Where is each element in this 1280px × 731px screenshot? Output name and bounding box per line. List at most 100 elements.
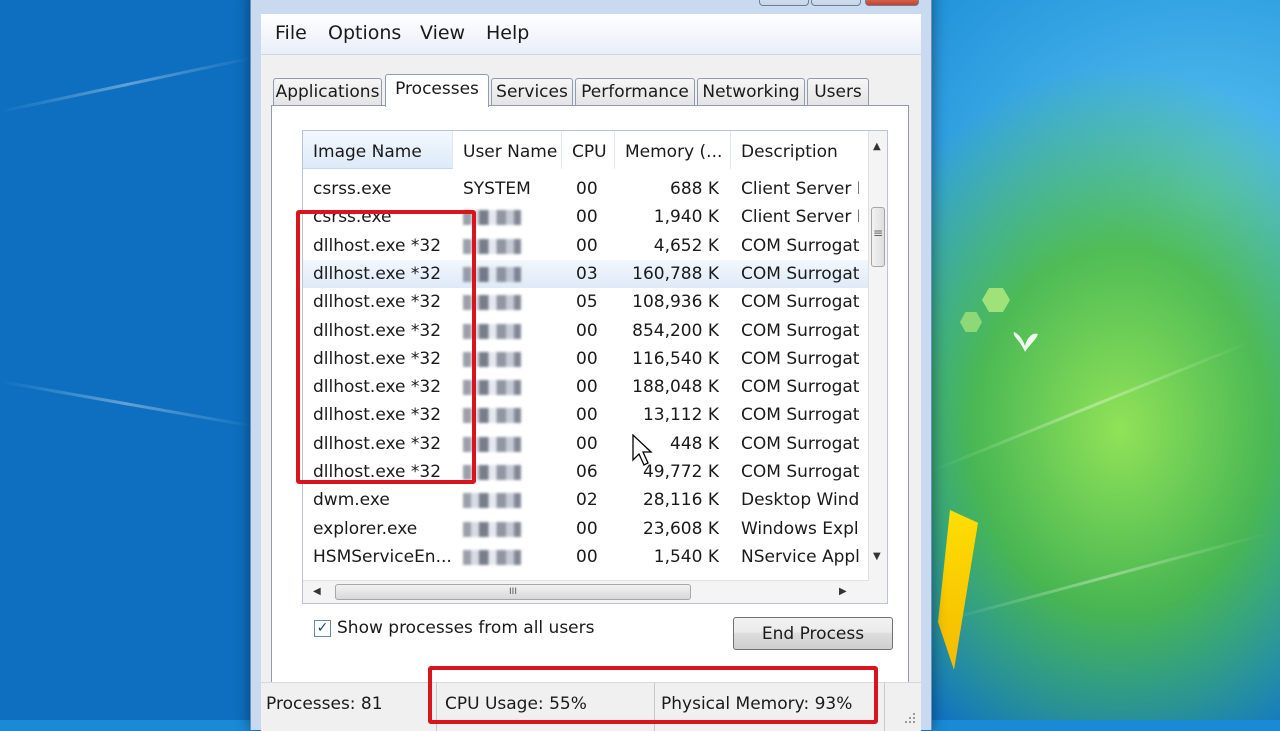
show-all-users-checkbox[interactable]: ✓ (314, 620, 331, 637)
column-image-name[interactable]: ^ Image Name (303, 131, 453, 169)
process-description: COM Surrogate (741, 462, 859, 482)
process-memory: 49,772 K (642, 462, 719, 482)
process-cpu: 06 (576, 462, 598, 482)
end-process-button[interactable]: End Process (733, 617, 893, 650)
column-label: Image Name (313, 142, 422, 162)
process-description: COM Surrogate (741, 377, 859, 398)
menu-file[interactable]: File (275, 22, 307, 44)
menu-bar: File Options View Help (261, 14, 921, 55)
process-memory: 188,048 K (632, 377, 719, 398)
process-user: SYSTEM (463, 179, 531, 199)
process-user (463, 515, 563, 543)
process-user (463, 373, 563, 401)
process-memory: 1,940 K (653, 207, 719, 228)
vertical-scrollbar[interactable]: ▲ ≡ ▼ (868, 131, 887, 603)
table-row[interactable]: SYSTEM csrss.exe 00 688 K Client Server R (303, 175, 869, 203)
column-cpu[interactable]: CPU (562, 131, 615, 169)
grip-icon: ≡ (873, 226, 884, 240)
minimize-button[interactable] (759, 0, 809, 6)
process-memory: 13,112 K (642, 405, 719, 426)
process-memory: 160,788 K (632, 263, 719, 284)
process-cpu: 05 (576, 292, 598, 313)
scroll-up-icon[interactable]: ▲ (873, 141, 881, 152)
scroll-right-icon[interactable]: ▶ (839, 586, 847, 597)
horizontal-scroll-thumb[interactable]: III (335, 584, 691, 600)
process-cpu: 00 (576, 348, 598, 369)
tab-applications[interactable]: Applications (273, 78, 382, 106)
tab-networking[interactable]: Networking (697, 78, 805, 106)
process-description: COM Surrogate (741, 263, 859, 284)
process-memory: 23,608 K (642, 518, 719, 539)
wallpaper-yellow-shape (938, 510, 978, 670)
butterfly-icon (1013, 332, 1038, 352)
process-user (463, 543, 563, 571)
process-name: csrss.exe (313, 179, 392, 199)
process-cpu: 00 (576, 235, 598, 256)
tab-processes[interactable]: Processes (385, 74, 489, 107)
process-description: Client Server R (741, 207, 859, 228)
process-user (463, 260, 563, 288)
table-row[interactable]: HSMServiceEn... 00 1,540 K NService Applic (303, 543, 869, 571)
process-description: COM Surrogate (741, 348, 859, 369)
mouse-cursor-icon (632, 434, 653, 466)
wallpaper-streak (0, 380, 257, 429)
process-description: COM Surrogate (741, 405, 859, 426)
scroll-down-icon[interactable]: ▼ (873, 551, 881, 562)
process-user (463, 232, 563, 260)
close-button[interactable] (865, 0, 919, 6)
column-description[interactable]: Description (731, 131, 869, 169)
process-user (463, 486, 563, 514)
menu-options[interactable]: Options (328, 22, 401, 44)
process-user (463, 430, 563, 458)
process-cpu: 00 (576, 179, 598, 199)
process-description: COM Surrogate (741, 320, 859, 341)
wallpaper-streak (0, 55, 255, 113)
wallpaper-streak (939, 532, 1269, 623)
table-row[interactable]: explorer.exe 00 23,608 K Windows Explorer (303, 515, 869, 543)
resize-grip-icon[interactable] (903, 711, 917, 725)
process-description: COM Surrogate (741, 433, 859, 454)
process-description: NService Applic (741, 546, 859, 567)
process-name: dwm.exe (313, 490, 390, 511)
tab-performance[interactable]: Performance (575, 78, 695, 106)
process-cpu: 00 (576, 207, 598, 228)
table-row[interactable]: dwm.exe 02 28,116 K Desktop Window (303, 486, 869, 514)
column-user-name[interactable]: User Name (453, 131, 562, 169)
process-memory: 688 K (670, 179, 719, 199)
wallpaper-hexagon (960, 312, 982, 332)
column-memory[interactable]: Memory (... (615, 131, 731, 169)
process-memory: 116,540 K (632, 348, 719, 369)
process-cpu: 03 (576, 263, 598, 284)
highlight-box-usage (428, 666, 878, 724)
tab-users[interactable]: Users (807, 78, 869, 106)
process-user (463, 203, 563, 231)
process-memory: 854,200 K (632, 320, 719, 341)
scroll-left-icon[interactable]: ◀ (313, 586, 321, 597)
sort-ascending-icon: ^ (375, 148, 384, 159)
process-description: COM Surrogate (741, 292, 859, 313)
tab-services[interactable]: Services (491, 78, 573, 106)
show-all-users-label[interactable]: Show processes from all users (337, 618, 595, 638)
horizontal-scrollbar[interactable]: ◀ III ▶ (303, 580, 869, 603)
vertical-scroll-thumb[interactable]: ≡ (871, 207, 885, 267)
column-header-row: ^ Image Name User Name CPU Memory (... D… (303, 131, 869, 169)
process-cpu: 02 (576, 490, 598, 511)
highlight-box-dllhost (296, 210, 476, 484)
process-user (463, 288, 563, 316)
process-cpu: 00 (576, 320, 598, 341)
process-cpu: 00 (576, 518, 598, 539)
process-user (463, 401, 563, 429)
process-memory: 1,540 K (653, 546, 719, 567)
process-description: COM Surrogate (741, 235, 859, 256)
maximize-button[interactable] (811, 0, 861, 6)
process-memory: 28,116 K (642, 490, 719, 511)
menu-help[interactable]: Help (486, 22, 529, 44)
process-cpu: 00 (576, 546, 598, 567)
process-user (463, 345, 563, 373)
menu-view[interactable]: View (420, 22, 465, 44)
status-processes: Processes: 81 (261, 683, 437, 731)
process-cpu: 00 (576, 405, 598, 426)
process-memory: 108,936 K (632, 292, 719, 313)
process-cpu: 00 (576, 377, 598, 398)
wallpaper-hexagon (982, 288, 1010, 312)
